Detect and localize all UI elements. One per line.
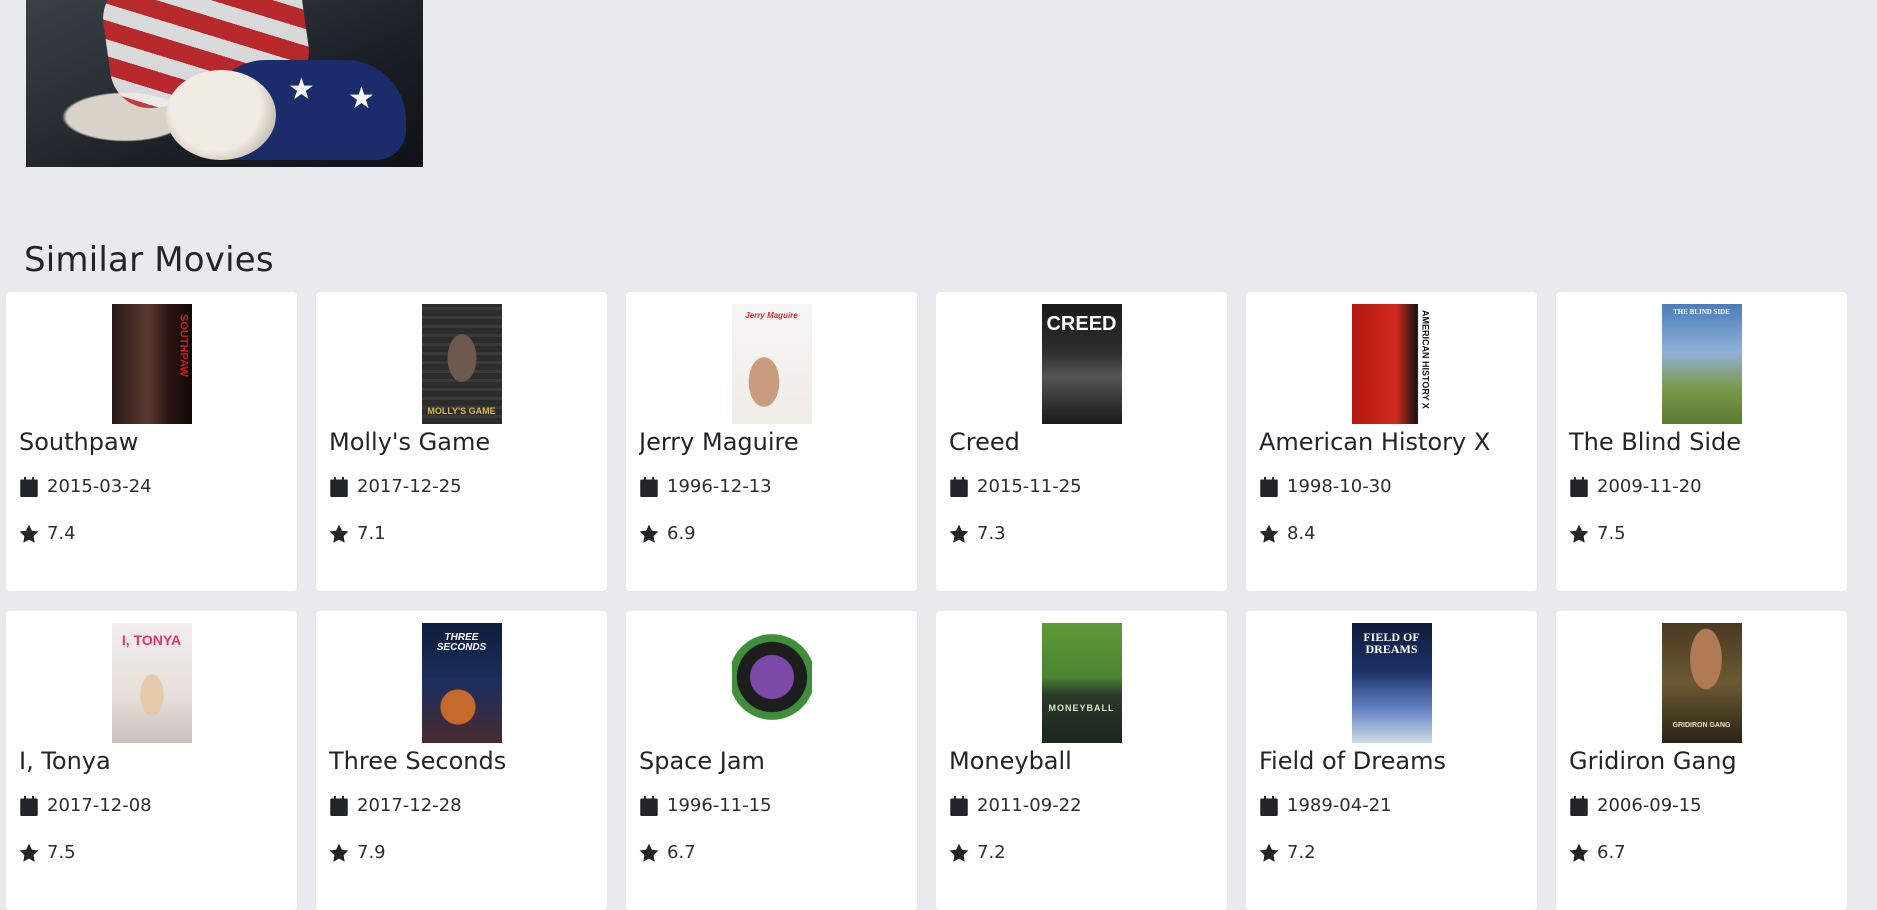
movie-poster[interactable]: I, TONYA: [111, 623, 192, 743]
movie-title[interactable]: Molly's Game: [329, 428, 594, 456]
movie-title[interactable]: Jerry Maguire: [639, 428, 904, 456]
hero-backdrop-image: ★ ★: [26, 0, 423, 167]
release-date: 2015-11-25: [949, 476, 1214, 497]
movie-poster[interactable]: THE BLIND SIDE: [1661, 304, 1742, 424]
release-date: 2015-03-24: [19, 476, 284, 497]
calendar-icon: [950, 795, 968, 816]
star-icon: [1259, 524, 1279, 543]
calendar-icon: [1260, 476, 1278, 497]
release-date: 2017-12-25: [329, 476, 594, 497]
section-title-similar-movies: Similar Movies: [24, 240, 274, 280]
calendar-icon: [330, 476, 348, 497]
movie-title[interactable]: Space Jam: [639, 747, 904, 775]
movie-card[interactable]: I, TONYA I, Tonya 2017-12-08 7.5: [6, 611, 297, 910]
movie-poster[interactable]: MONEYBALL: [1041, 623, 1122, 743]
rating: 7.4: [19, 523, 284, 544]
star-icon: [639, 524, 659, 543]
calendar-icon: [1570, 795, 1588, 816]
movie-title[interactable]: Gridiron Gang: [1569, 747, 1834, 775]
movie-poster[interactable]: GRIDIRON GANG: [1661, 623, 1742, 743]
star-icon: [639, 843, 659, 862]
calendar-icon: [20, 795, 38, 816]
rating: 7.9: [329, 842, 594, 863]
release-date: 1998-10-30: [1259, 476, 1524, 497]
movie-title[interactable]: Field of Dreams: [1259, 747, 1524, 775]
star-icon: [329, 524, 349, 543]
calendar-icon: [1570, 476, 1588, 497]
movie-poster[interactable]: FIELD OF DREAMS: [1351, 623, 1432, 743]
movie-title[interactable]: I, Tonya: [19, 747, 284, 775]
star-icon: [19, 524, 39, 543]
movie-title[interactable]: Moneyball: [949, 747, 1214, 775]
movie-poster[interactable]: MOLLY'S GAME: [421, 304, 502, 424]
calendar-icon: [640, 476, 658, 497]
movie-title[interactable]: American History X: [1259, 428, 1524, 456]
movie-card[interactable]: CREED Creed 2015-11-25 7.3: [936, 292, 1227, 591]
rating: 7.3: [949, 523, 1214, 544]
movie-poster[interactable]: SOUTHPAW: [111, 304, 192, 424]
star-icon: [1569, 843, 1589, 862]
star-icon: [329, 843, 349, 862]
rating: 6.7: [639, 842, 904, 863]
release-date: 2011-09-22: [949, 795, 1214, 816]
movie-card[interactable]: Space Jam 1996-11-15 6.7: [626, 611, 917, 910]
release-date: 2017-12-08: [19, 795, 284, 816]
calendar-icon: [330, 795, 348, 816]
rating: 7.1: [329, 523, 594, 544]
movie-title[interactable]: The Blind Side: [1569, 428, 1834, 456]
release-date: 2006-09-15: [1569, 795, 1834, 816]
movie-poster[interactable]: [731, 623, 812, 743]
calendar-icon: [950, 476, 968, 497]
movie-title[interactable]: Three Seconds: [329, 747, 594, 775]
movie-card[interactable]: AMERICAN HISTORY X American History X 19…: [1246, 292, 1537, 591]
movie-card[interactable]: THE BLIND SIDE The Blind Side 2009-11-20…: [1556, 292, 1847, 591]
movie-poster[interactable]: CREED: [1041, 304, 1122, 424]
movie-card[interactable]: MONEYBALL Moneyball 2011-09-22 7.2: [936, 611, 1227, 910]
movie-card[interactable]: FIELD OF DREAMS Field of Dreams 1989-04-…: [1246, 611, 1537, 910]
movie-card[interactable]: THREE SECONDS Three Seconds 2017-12-28 7…: [316, 611, 607, 910]
star-icon: [949, 843, 969, 862]
movie-poster[interactable]: Jerry Maguire: [731, 304, 812, 424]
rating: 7.5: [19, 842, 284, 863]
calendar-icon: [1260, 795, 1278, 816]
star-icon: [19, 843, 39, 862]
movie-title[interactable]: Creed: [949, 428, 1214, 456]
rating: 7.2: [1259, 842, 1524, 863]
release-date: 2009-11-20: [1569, 476, 1834, 497]
similar-movies-grid: SOUTHPAW Southpaw 2015-03-24 7.4 MOLLY'S…: [6, 292, 1847, 910]
rating: 7.2: [949, 842, 1214, 863]
star-icon: [1259, 843, 1279, 862]
rating: 6.9: [639, 523, 904, 544]
rating: 8.4: [1259, 523, 1524, 544]
release-date: 2017-12-28: [329, 795, 594, 816]
calendar-icon: [640, 795, 658, 816]
calendar-icon: [20, 476, 38, 497]
movie-poster[interactable]: THREE SECONDS: [421, 623, 502, 743]
rating: 6.7: [1569, 842, 1834, 863]
movie-poster[interactable]: AMERICAN HISTORY X: [1351, 304, 1432, 424]
star-icon: [1569, 524, 1589, 543]
movie-card[interactable]: Jerry Maguire Jerry Maguire 1996-12-13 6…: [626, 292, 917, 591]
release-date: 1989-04-21: [1259, 795, 1524, 816]
movie-card[interactable]: GRIDIRON GANG Gridiron Gang 2006-09-15 6…: [1556, 611, 1847, 910]
movie-card[interactable]: SOUTHPAW Southpaw 2015-03-24 7.4: [6, 292, 297, 591]
rating: 7.5: [1569, 523, 1834, 544]
release-date: 1996-11-15: [639, 795, 904, 816]
star-icon: [949, 524, 969, 543]
release-date: 1996-12-13: [639, 476, 904, 497]
movie-card[interactable]: MOLLY'S GAME Molly's Game 2017-12-25 7.1: [316, 292, 607, 591]
movie-title[interactable]: Southpaw: [19, 428, 284, 456]
